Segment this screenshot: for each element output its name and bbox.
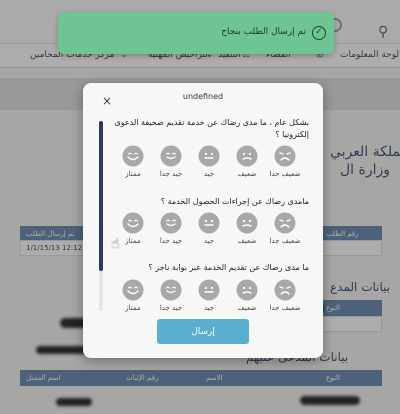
rating-label: جيد جدا	[159, 304, 183, 312]
smile-face-icon	[160, 145, 182, 167]
rating-label: جيد	[203, 304, 215, 312]
rating-label: ضعيف	[237, 170, 257, 178]
rating-option-good[interactable]: جيد	[192, 279, 226, 312]
smile-face-icon	[160, 279, 182, 301]
rating-option-very-good[interactable]: جيد جدا	[154, 212, 188, 245]
very-sad-face-icon	[274, 145, 296, 167]
rating-option-excellent[interactable]: ممتاز	[116, 279, 150, 312]
modal-title: undefined	[182, 92, 224, 101]
very-sad-face-icon	[274, 212, 296, 234]
question-text: إلكترونيا ؟	[275, 130, 309, 139]
rating-option-very-good[interactable]: جيد جدا	[154, 279, 188, 312]
rating-option-very-good[interactable]: جيد جدا	[154, 145, 188, 178]
neutral-face-icon	[198, 212, 220, 234]
sad-face-icon	[236, 212, 258, 234]
rating-label: ضعيف	[237, 304, 257, 312]
neutral-face-icon	[198, 279, 220, 301]
question-text: مامدى رضاك عن إجراءات الحصول الخدمة ؟	[160, 197, 309, 206]
rating-option-excellent[interactable]: ممتاز	[116, 145, 150, 178]
question-2: مامدى رضاك عن إجراءات الحصول الخدمة ؟	[109, 196, 309, 208]
grin-face-icon	[122, 145, 144, 167]
rating-label: ممتاز	[125, 304, 141, 312]
sad-face-icon	[236, 279, 258, 301]
rating-label: جيد	[203, 170, 215, 178]
rating-label: جيد جدا	[159, 170, 183, 178]
scrollbar-thumb[interactable]	[99, 121, 103, 271]
question-3: ما مدى رضاك عن تقديم الخدمة عبر بوابة نا…	[109, 262, 310, 274]
rating-label: ضعيف	[237, 237, 257, 245]
rating-label: ضعيف جدا	[269, 304, 301, 312]
rating-label: جيد	[203, 237, 215, 245]
rating-option-good[interactable]: جيد	[192, 145, 226, 178]
rating-option-poor[interactable]: ضعيف	[230, 145, 264, 178]
rating-option-very-poor[interactable]: ضعيف جدا	[268, 279, 302, 312]
rating-option-very-poor[interactable]: ضعيف جدا	[268, 212, 302, 245]
grin-face-icon	[122, 212, 144, 234]
rating-option-good[interactable]: جيد	[192, 212, 226, 245]
sad-face-icon	[236, 145, 258, 167]
smile-face-icon	[160, 212, 182, 234]
grin-face-icon	[122, 279, 144, 301]
success-toast: ✓ تم إرسال الطلب بنجاح	[58, 12, 334, 54]
rating-option-excellent[interactable]: ممتاز	[116, 212, 150, 245]
rating-label: ممتاز	[125, 237, 141, 245]
question-text: ما مدى رضاك عن تقديم الخدمة عبر بوابة نا…	[148, 263, 310, 272]
very-sad-face-icon	[274, 279, 296, 301]
rating-option-poor[interactable]: ضعيف	[230, 212, 264, 245]
send-button[interactable]: إرسال	[157, 319, 249, 344]
toast-message: تم إرسال الطلب بنجاح	[221, 27, 306, 37]
rating-option-poor[interactable]: ضعيف	[230, 279, 264, 312]
survey-modal: × undefined بشكل عام ، ما مدى رضاك عن خد…	[83, 83, 323, 358]
neutral-face-icon	[198, 145, 220, 167]
rating-label: جيد جدا	[159, 237, 183, 245]
rating-label: ضعيف جدا	[269, 170, 301, 178]
hand-cursor-icon: ☝	[111, 236, 120, 252]
rating-label: ضعيف جدا	[269, 237, 301, 245]
rating-label: ممتاز	[125, 170, 141, 178]
rating-option-very-poor[interactable]: ضعيف جدا	[268, 145, 302, 178]
question-1: بشكل عام ، ما مدى رضاك عن خدمة تقديم صحي…	[109, 117, 309, 141]
question-text: بشكل عام ، ما مدى رضاك عن خدمة تقديم صحي…	[114, 118, 309, 127]
check-circle-icon: ✓	[312, 26, 326, 40]
